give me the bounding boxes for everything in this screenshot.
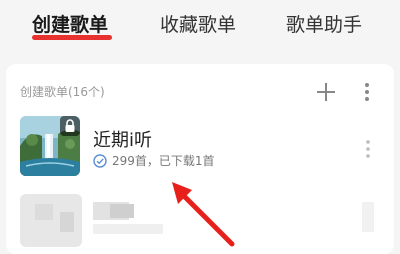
tab-bar: 创建歌单 收藏歌单 歌单助手 (0, 0, 400, 50)
playlist-name[interactable]: 近期i听 (93, 126, 152, 152)
tab-collected-playlists[interactable]: 收藏歌单 (160, 12, 236, 38)
playlist-cover[interactable] (20, 116, 80, 176)
row-more-icon[interactable] (362, 138, 374, 160)
check-circle-icon (93, 153, 107, 168)
tab-playlist-assistant[interactable]: 歌单助手 (286, 12, 362, 38)
more-vertical-icon[interactable] (359, 81, 375, 103)
section-title: 创建歌单(16个) (20, 85, 105, 99)
playlist-meta: 299首，已下载1首 (112, 154, 215, 168)
lock-icon (60, 116, 80, 136)
plus-icon[interactable] (315, 81, 337, 103)
red-arrow-annotation (172, 182, 235, 247)
active-tab-indicator (32, 35, 112, 40)
playlist-subtitle: 299首，已下载1首 (93, 152, 215, 169)
